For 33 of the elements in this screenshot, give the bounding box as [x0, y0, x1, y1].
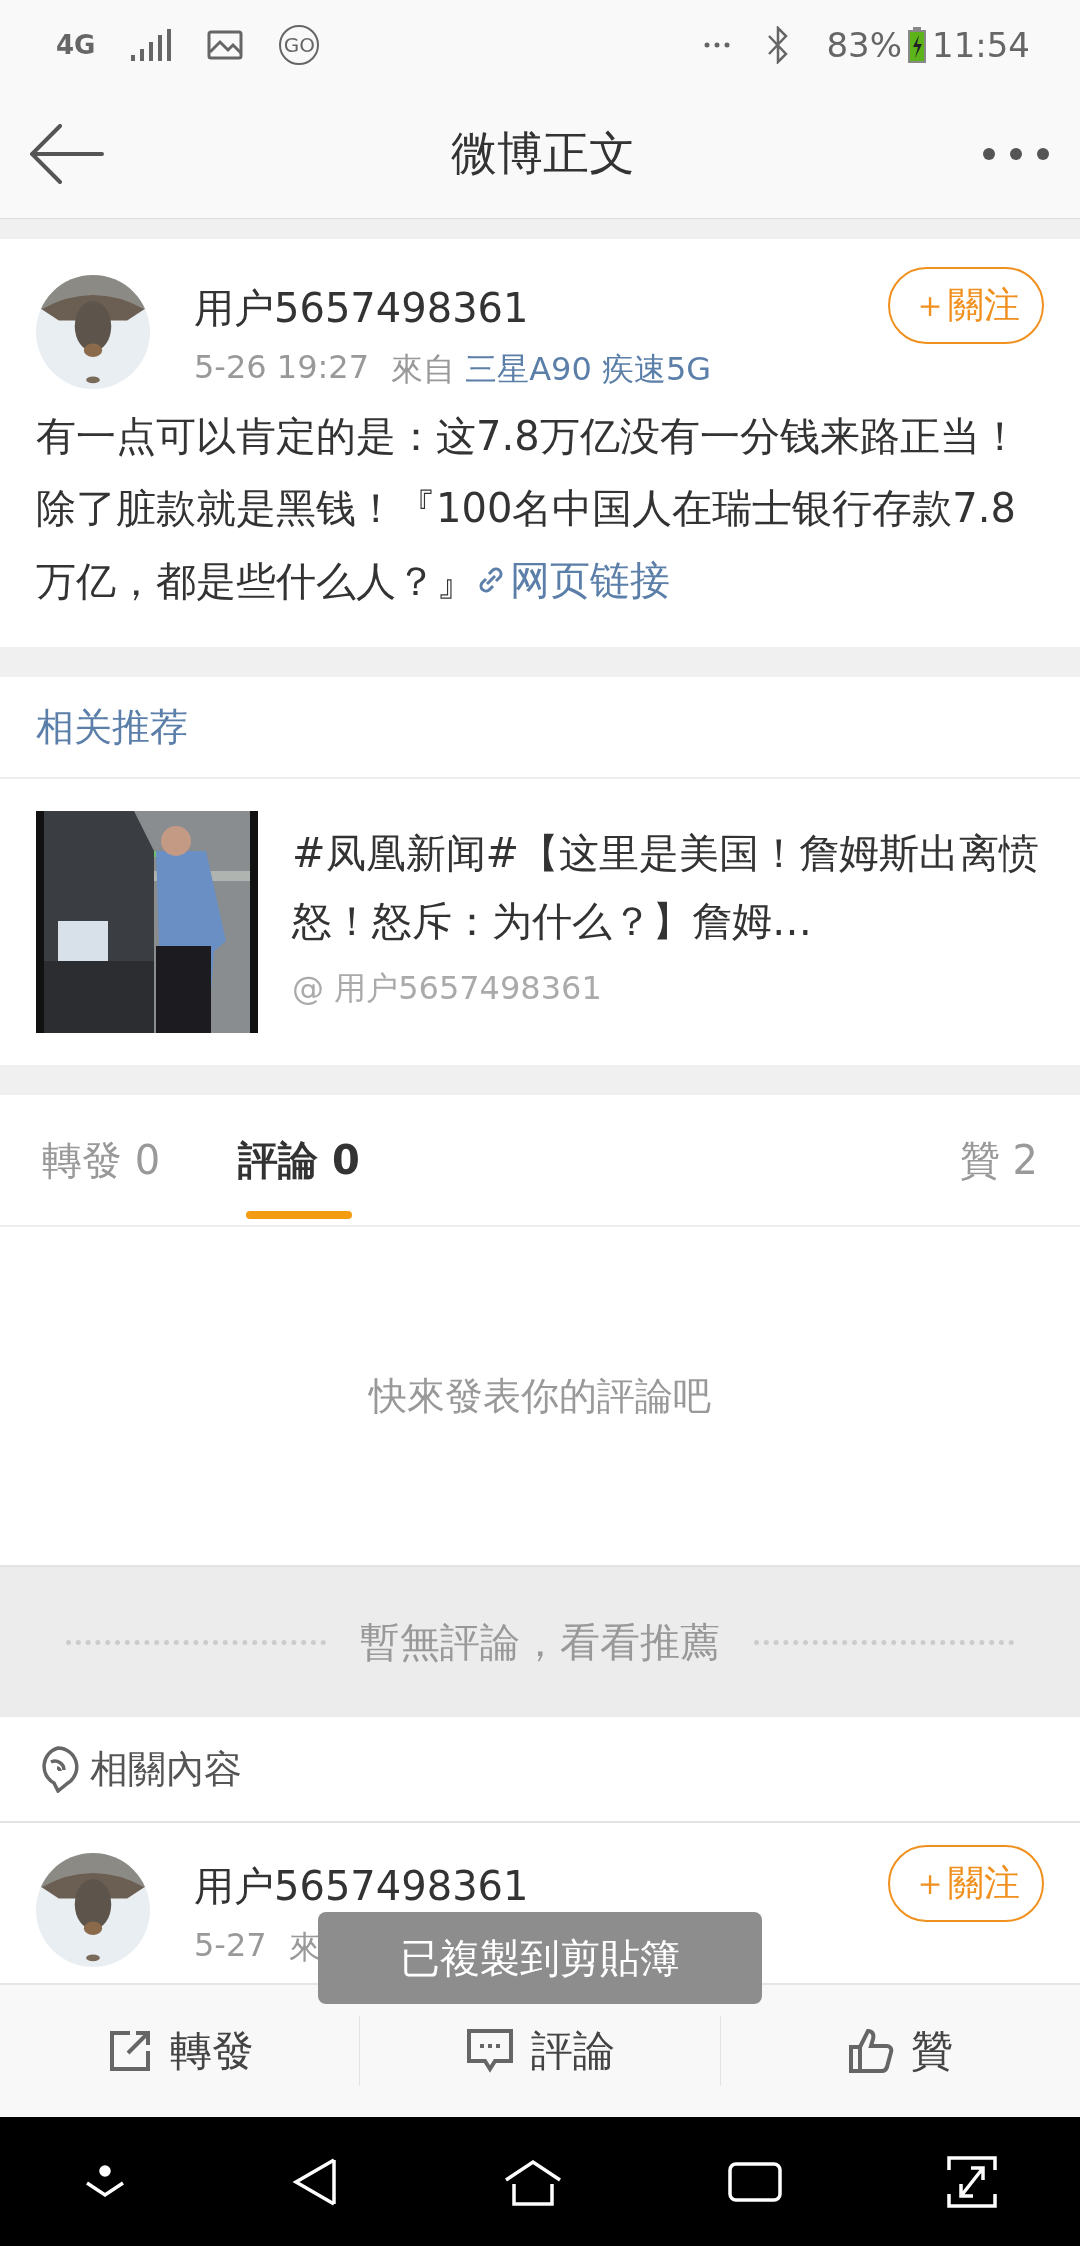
- battery-icon: [908, 27, 926, 63]
- comment-icon: [465, 2027, 515, 2075]
- more-icon: [704, 42, 731, 48]
- source-label: 來: [288, 1927, 321, 1968]
- toast: 已複製到剪貼簿: [318, 1912, 762, 2004]
- signal-icon: [131, 29, 172, 61]
- back-icon[interactable]: [30, 124, 104, 184]
- section-heading: 相关推荐: [36, 703, 188, 751]
- divider-label: 暫無評論，看看推薦: [360, 1617, 720, 1667]
- go-icon: GO: [279, 25, 320, 65]
- news-author: @ 用户5657498361: [292, 968, 603, 1009]
- source-label: 來自: [391, 350, 455, 388]
- empty-message: 快來發表你的評論吧: [369, 1372, 711, 1420]
- page-title: 微博正文: [451, 125, 635, 182]
- web-link[interactable]: 网页链接: [476, 544, 670, 616]
- tab[interactable]: 評論 0: [232, 1095, 366, 1225]
- user-name[interactable]: 用户5657498361: [194, 281, 844, 336]
- post-time: 5-26 19:27: [194, 348, 369, 388]
- image-icon: [207, 30, 244, 60]
- thumbs-up-icon: [847, 2027, 896, 2075]
- news-title[interactable]: #凤凰新闻#【这里是美国！詹姆斯出离愤怒！怒斥：为什么？】詹姆…: [292, 819, 1044, 955]
- section-heading: 相關內容: [90, 1745, 242, 1793]
- post-time: 5-27: [194, 1926, 267, 1966]
- expand-icon[interactable]: [947, 2153, 998, 2210]
- battery-percent: 83%: [826, 25, 902, 65]
- network-indicator: 4G: [56, 30, 96, 60]
- source-link[interactable]: 三星A90 疾速5G: [465, 350, 712, 388]
- clock: 11:54: [932, 25, 1030, 65]
- more-icon[interactable]: [982, 147, 1050, 161]
- recents-icon[interactable]: [727, 2159, 782, 2204]
- post-text: 有一点可以肯定的是：这7.8万亿没有一分钱来路正当！除了脏款就是黑钱！『100名中国人在瑞士银行存款7.8万亿，都是些什么人？』 网页链接: [36, 400, 1044, 617]
- user-name[interactable]: 用户5657498361: [194, 1859, 844, 1914]
- home-icon[interactable]: [504, 2157, 562, 2206]
